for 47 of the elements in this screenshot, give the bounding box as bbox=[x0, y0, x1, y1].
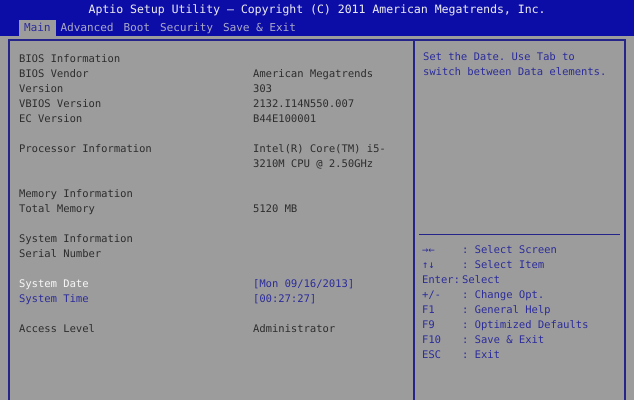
info-label: System Information bbox=[19, 233, 133, 245]
key-action: : Optimized Defaults bbox=[462, 318, 588, 333]
info-label: Processor Information bbox=[19, 143, 152, 155]
key-name: Enter: bbox=[422, 273, 461, 288]
info-value: Administrator bbox=[253, 323, 336, 335]
help-text: switch between Data elements. bbox=[423, 66, 606, 78]
menu-tab[interactable]: Advanced bbox=[56, 20, 118, 36]
key-name: ↑↓ bbox=[422, 258, 436, 273]
info-label: Serial Number bbox=[19, 248, 102, 260]
info-label: Total Memory bbox=[19, 203, 95, 215]
info-label: BIOS Information bbox=[19, 53, 120, 65]
menu-tab[interactable]: Main bbox=[19, 20, 56, 36]
info-value: Intel(R) Core(TM) i5- bbox=[253, 143, 386, 155]
info-label: BIOS Vendor bbox=[19, 68, 89, 80]
key-action: Select bbox=[462, 273, 500, 288]
key-action: : Save & Exit bbox=[462, 333, 544, 348]
key-name: F1 bbox=[422, 303, 436, 318]
setting-label[interactable]: System Time bbox=[19, 293, 89, 305]
info-value: American Megatrends bbox=[253, 68, 374, 80]
setting-value[interactable]: [Mon 09/16/2013] bbox=[253, 278, 354, 290]
info-label: EC Version bbox=[19, 113, 82, 125]
help-text: Set the Date. Use Tab to bbox=[423, 51, 575, 63]
key-name: ESC bbox=[422, 348, 442, 363]
key-action: : Select Screen bbox=[462, 243, 557, 258]
key-action: : General Help bbox=[462, 303, 551, 318]
key-action: : Select Item bbox=[462, 258, 544, 273]
info-value: 303 bbox=[253, 83, 272, 95]
setting-value[interactable]: [00:27:27] bbox=[253, 293, 316, 305]
key-name: →← bbox=[422, 243, 436, 258]
key-action: : Change Opt. bbox=[462, 288, 544, 303]
setting-label[interactable]: System Date bbox=[19, 278, 89, 290]
window-title: Aptio Setup Utility – Copyright (C) 2011 American Megatrends, Inc. bbox=[88, 1, 546, 18]
info-label: Version bbox=[19, 83, 64, 95]
menu-tab[interactable]: Boot bbox=[118, 20, 155, 36]
info-value: B44E100001 bbox=[253, 113, 316, 125]
key-name: F10 bbox=[422, 333, 442, 348]
key-name: +/- bbox=[422, 288, 442, 303]
key-action: : Exit bbox=[462, 348, 500, 363]
info-label: Memory Information bbox=[19, 188, 133, 200]
key-name: F9 bbox=[422, 318, 436, 333]
menu-tab[interactable]: Save & Exit bbox=[218, 20, 301, 36]
info-value: 2132.I14N550.007 bbox=[253, 98, 354, 110]
info-label: Access Level bbox=[19, 323, 95, 335]
info-value: 5120 MB bbox=[253, 203, 298, 215]
menu-tab[interactable]: Security bbox=[154, 20, 218, 36]
info-label: VBIOS Version bbox=[19, 98, 102, 110]
info-value: 3210M CPU @ 2.50GHz bbox=[253, 158, 374, 170]
